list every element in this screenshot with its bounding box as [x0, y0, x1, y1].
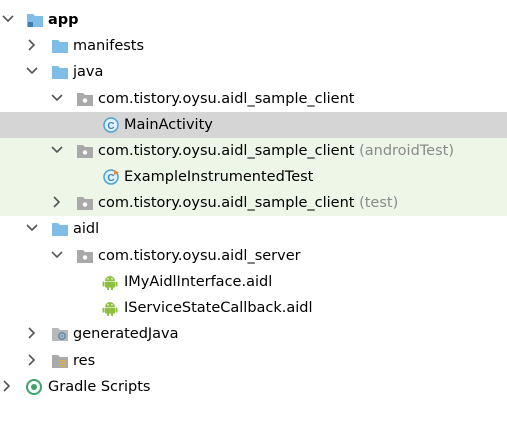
tree-row-package-client[interactable]: com.tistory.oysu.aidl_sample_client [0, 86, 507, 112]
package-folder-icon [77, 145, 93, 158]
resources-folder-icon [52, 355, 68, 368]
tree-label-example-test: ExampleInstrumentedTest [124, 169, 314, 185]
package-folder-icon [77, 93, 93, 106]
folder-icon [52, 223, 68, 236]
package-name: com.tistory.oysu.aidl_sample_client [98, 143, 355, 159]
chevron-right-icon[interactable] [25, 326, 39, 340]
tree-row-gradle-scripts[interactable]: Gradle Scripts [0, 374, 507, 400]
tree-row-main-activity[interactable]: C MainActivity [0, 112, 507, 138]
chevron-right-icon[interactable] [25, 38, 39, 52]
tree-label-manifests: manifests [73, 38, 145, 54]
tree-label-package-client: com.tistory.oysu.aidl_sample_client [98, 91, 355, 107]
tree-label-res: res [73, 353, 96, 369]
svg-text:C: C [107, 173, 114, 184]
package-folder-icon [77, 250, 93, 263]
folder-icon [52, 40, 68, 53]
tree-label-package-server: com.tistory.oysu.aidl_server [98, 248, 301, 264]
tree-row-generated-java[interactable]: generatedJava [0, 321, 507, 347]
tree-label-generated-java: generatedJava [73, 326, 179, 342]
chevron-down-icon[interactable] [25, 64, 39, 78]
android-icon [102, 302, 118, 316]
android-test-suffix: (androidTest) [359, 143, 454, 159]
chevron-down-icon[interactable] [25, 221, 39, 235]
package-name: com.tistory.oysu.aidl_sample_client [98, 195, 355, 211]
tree-row-app[interactable]: app [0, 7, 507, 33]
chevron-right-icon[interactable] [25, 353, 39, 367]
chevron-right-icon[interactable] [50, 195, 64, 209]
chevron-down-icon[interactable] [50, 143, 64, 157]
chevron-down-icon[interactable] [1, 12, 15, 26]
folder-icon [52, 66, 68, 79]
test-class-icon: C [103, 169, 119, 185]
gradle-icon [26, 379, 42, 395]
java-class-icon: C [103, 117, 119, 133]
tree-label-aidl: aidl [73, 221, 100, 237]
tree-row-aidl[interactable]: aidl [0, 216, 507, 242]
tree-row-package-client-android-test[interactable]: com.tistory.oysu.aidl_sample_client (and… [0, 138, 507, 164]
tree-label-java: java [73, 64, 104, 80]
android-icon [102, 276, 118, 290]
tree-row-res[interactable]: res [0, 348, 507, 374]
package-folder-icon [77, 197, 93, 210]
tree-label-gradle-scripts: Gradle Scripts [48, 379, 151, 395]
tree-row-aidl-file-2[interactable]: IServiceStateCallback.aidl [0, 295, 507, 321]
test-suffix: (test) [359, 195, 399, 211]
tree-row-package-client-test[interactable]: com.tistory.oysu.aidl_sample_client (tes… [0, 190, 507, 216]
tree-row-manifests[interactable]: manifests [0, 33, 507, 59]
chevron-down-icon[interactable] [50, 91, 64, 105]
tree-label-aidl-file-1: IMyAidlInterface.aidl [124, 274, 273, 290]
tree-label-aidl-file-2: IServiceStateCallback.aidl [124, 300, 313, 316]
tree-row-java[interactable]: java [0, 59, 507, 85]
tree-label-package-client-test: com.tistory.oysu.aidl_sample_client (tes… [98, 194, 398, 212]
tree-label-main-activity: MainActivity [124, 117, 213, 133]
module-folder-icon [27, 14, 43, 27]
tree-row-aidl-file-1[interactable]: IMyAidlInterface.aidl [0, 269, 507, 295]
chevron-right-icon[interactable] [0, 379, 14, 393]
tree-row-package-server[interactable]: com.tistory.oysu.aidl_server [0, 243, 507, 269]
generated-folder-icon [52, 328, 68, 341]
tree-row-example-test[interactable]: C ExampleInstrumentedTest [0, 164, 507, 190]
chevron-down-icon[interactable] [50, 248, 64, 262]
tree-label-app: app [48, 12, 79, 28]
svg-text:C: C [107, 121, 114, 132]
tree-label-package-client-android-test: com.tistory.oysu.aidl_sample_client (and… [98, 142, 454, 160]
